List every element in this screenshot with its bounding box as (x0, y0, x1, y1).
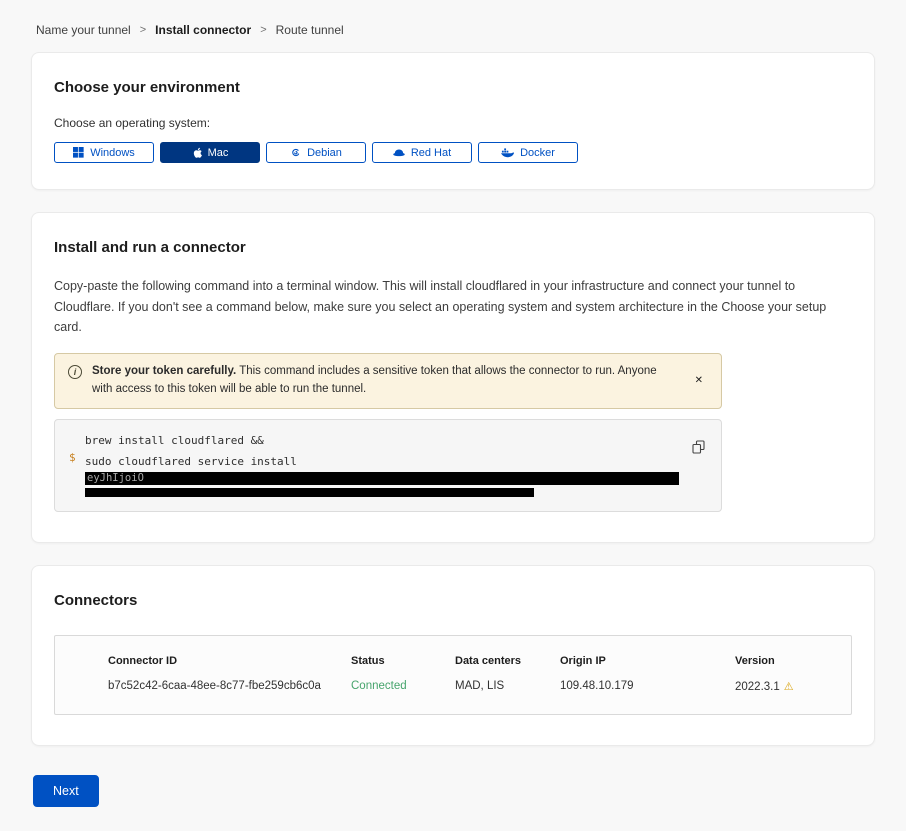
os-button-label: Mac (208, 147, 229, 159)
table-header-data-centers: Data centers (455, 655, 560, 667)
breadcrumb-step-install-connector[interactable]: Install connector (155, 23, 251, 37)
environment-card-title: Choose your environment (54, 79, 852, 96)
table-header-status: Status (351, 655, 455, 667)
redhat-icon (393, 148, 405, 157)
os-button-redhat[interactable]: Red Hat (372, 142, 472, 163)
cell-status: Connected (351, 680, 455, 693)
connectors-card: Connectors Connector ID Status Data cent… (31, 565, 875, 746)
table-header-origin-ip: Origin IP (560, 655, 735, 667)
debian-icon (290, 147, 301, 158)
connectors-table: Connector ID Status Data centers Origin … (54, 635, 852, 715)
token-warning-banner: i Store your token carefully. This comma… (54, 353, 722, 409)
breadcrumb-separator: > (140, 24, 146, 36)
command-lines: brew install cloudflared && sudo cloudfl… (85, 430, 705, 497)
cell-origin-ip: 109.48.10.179 (560, 680, 735, 693)
install-description: Copy-paste the following command into a … (54, 276, 852, 338)
terminal-prompt: $ (69, 430, 77, 497)
os-button-mac[interactable]: Mac (160, 142, 260, 163)
os-button-label: Docker (520, 147, 555, 159)
terminal-block: $ brew install cloudflared && sudo cloud… (54, 419, 722, 512)
token-prefix: eyJhIjoiO (87, 472, 144, 484)
version-warning-icon: ⚠ (784, 681, 794, 693)
command-line-1: brew install cloudflared && (85, 430, 705, 451)
os-button-debian[interactable]: Debian (266, 142, 366, 163)
os-button-label: Windows (90, 147, 135, 159)
breadcrumb: Name your tunnel > Install connector > R… (31, 0, 875, 52)
docker-icon (501, 148, 514, 158)
connectors-card-title: Connectors (54, 592, 852, 609)
next-button[interactable]: Next (33, 775, 99, 807)
apple-icon (192, 147, 202, 159)
token-warning-bold: Store your token carefully. (92, 365, 236, 377)
os-button-label: Red Hat (411, 147, 451, 159)
table-header-connector-id: Connector ID (108, 655, 351, 667)
breadcrumb-separator: > (260, 24, 266, 36)
connectors-table-grid: Connector ID Status Data centers Origin … (108, 655, 831, 693)
tunnel-setup-page: Name your tunnel > Install connector > R… (0, 0, 906, 831)
os-button-label: Debian (307, 147, 342, 159)
os-button-docker[interactable]: Docker (478, 142, 578, 163)
table-header-version: Version (735, 655, 831, 667)
info-icon: i (68, 365, 82, 379)
cell-data-centers: MAD, LIS (455, 680, 560, 693)
environment-card: Choose your environment Choose an operat… (31, 52, 875, 190)
cell-version: 2022.3.1 ⚠ (735, 680, 831, 693)
dismiss-warning-button[interactable]: ✕ (689, 371, 709, 390)
copy-command-button[interactable] (690, 438, 707, 459)
install-card: Install and run a connector Copy-paste t… (31, 212, 875, 543)
breadcrumb-step-name-your-tunnel[interactable]: Name your tunnel (36, 23, 131, 37)
os-button-windows[interactable]: Windows (54, 142, 154, 163)
breadcrumb-step-route-tunnel[interactable]: Route tunnel (276, 23, 344, 37)
token-warning-text: Store your token carefully. This command… (92, 363, 667, 399)
install-card-title: Install and run a connector (54, 239, 852, 256)
command-line-2: sudo cloudflared service install (85, 451, 705, 472)
os-select-label: Choose an operating system: (54, 116, 852, 130)
close-icon: ✕ (695, 375, 703, 386)
redacted-token-bar-1: eyJhIjoiO (85, 472, 679, 485)
version-value: 2022.3.1 (735, 681, 780, 693)
cell-connector-id: b7c52c42-6caa-48ee-8c77-fbe259cb6c0a (108, 680, 351, 693)
redacted-token-bar-2 (85, 488, 534, 497)
copy-icon (692, 442, 705, 457)
os-button-group: Windows Mac Debian Red Hat (54, 142, 852, 163)
windows-icon (73, 147, 84, 158)
